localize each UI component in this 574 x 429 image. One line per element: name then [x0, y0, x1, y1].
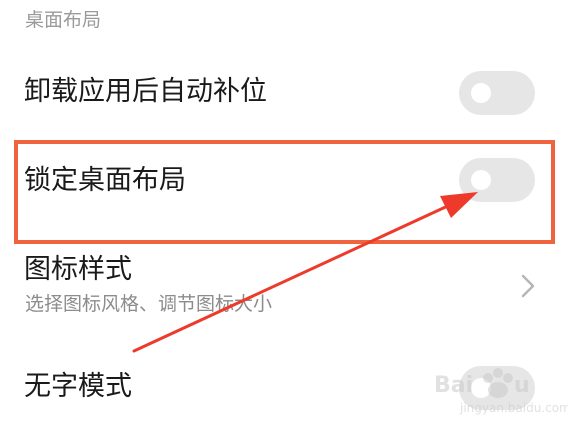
annotation-arrow-icon: [132, 192, 478, 353]
auto-fill-toggle[interactable]: [459, 71, 535, 115]
lock-layout-toggle[interactable]: [459, 158, 535, 202]
setting-label-no-text-mode: 无字模式: [24, 371, 132, 402]
setting-sublabel-icon-style: 选择图标风格、调节图标大小: [25, 293, 273, 315]
setting-label-lock-layout: 锁定桌面布局: [24, 165, 186, 196]
toggle-knob: [471, 170, 491, 190]
section-title: 桌面布局: [25, 9, 102, 31]
toggle-knob: [471, 83, 491, 103]
setting-label-icon-style: 图标样式: [24, 254, 132, 285]
no-text-mode-toggle[interactable]: [459, 366, 535, 410]
toggle-knob: [471, 378, 491, 398]
settings-screen: 桌面布局 卸载应用后自动补位 锁定桌面布局 图标样式 选择图标风格、调节图标大小…: [0, 0, 574, 429]
setting-label-auto-fill: 卸载应用后自动补位: [24, 76, 267, 107]
chevron-right-icon: [521, 274, 535, 298]
